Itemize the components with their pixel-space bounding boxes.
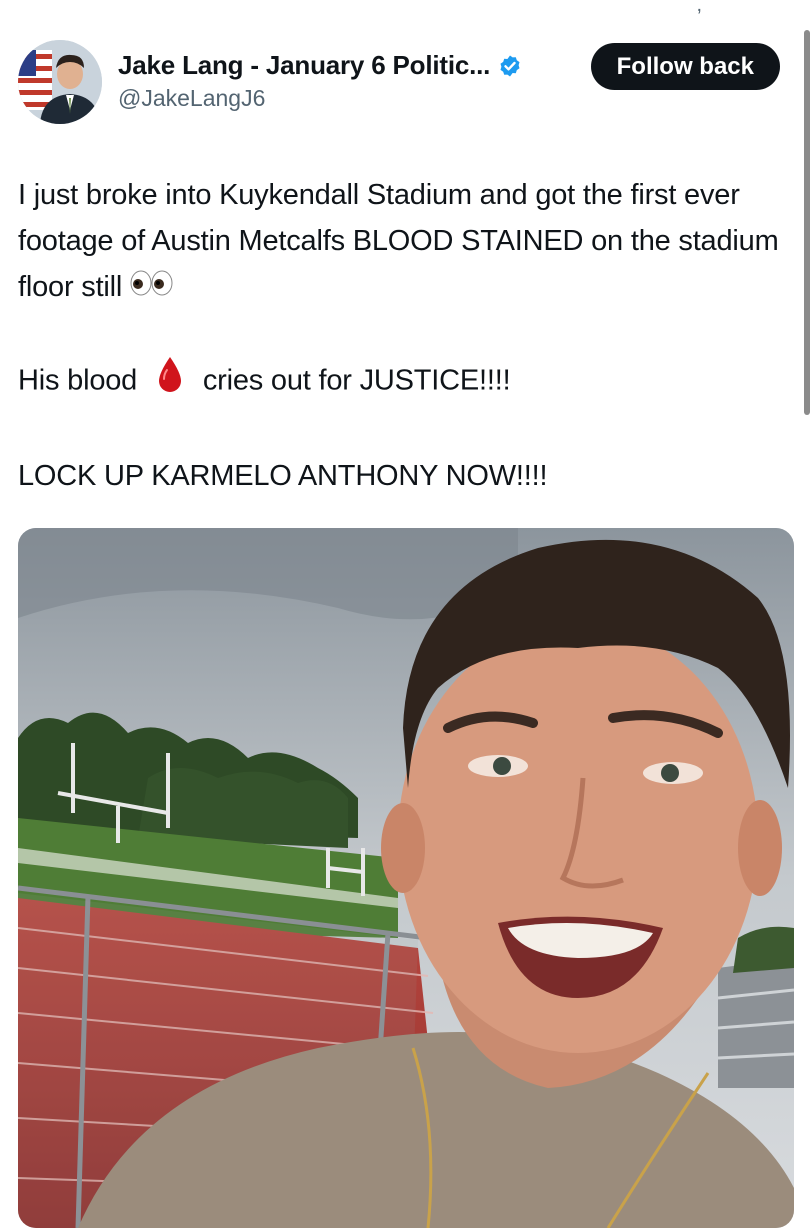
tweet-text-paragraph-1: I just broke into Kuykendall Stadium and… — [18, 172, 793, 311]
eyes-emoji-icon — [130, 265, 174, 311]
author-handle[interactable]: @JakeLangJ6 — [118, 85, 522, 112]
tweet-text: I just broke into Kuykendall Stadium and… — [18, 172, 793, 499]
author-names: Jake Lang - January 6 Politic... @JakeLa… — [118, 50, 522, 112]
avatar[interactable] — [18, 40, 102, 124]
follow-back-button[interactable]: Follow back — [590, 43, 780, 90]
blood-drop-emoji-icon — [153, 355, 187, 409]
truncated-top-text: , — [696, 0, 702, 16]
user-avatar-icon — [18, 40, 102, 124]
tweet-header: Jake Lang - January 6 Politic... @JakeLa… — [18, 40, 788, 126]
video-thumbnail-icon — [18, 528, 794, 1228]
tweet-text-line-2-after: cries out for JUSTICE!!!! — [202, 365, 511, 397]
tweet-text-paragraph-3: LOCK UP KARMELO ANTHONY NOW!!!! — [18, 460, 548, 493]
tweet-text-line-2-before: His blood — [18, 365, 138, 397]
scrollbar[interactable] — [804, 30, 810, 415]
tweet-text-paragraph-2: His blood cries out for JUSTICE!!!! — [18, 355, 793, 409]
tweet-media-video[interactable] — [18, 528, 794, 1228]
verified-badge-icon — [500, 55, 520, 76]
author-display-name[interactable]: Jake Lang - January 6 Politic... — [118, 50, 490, 81]
